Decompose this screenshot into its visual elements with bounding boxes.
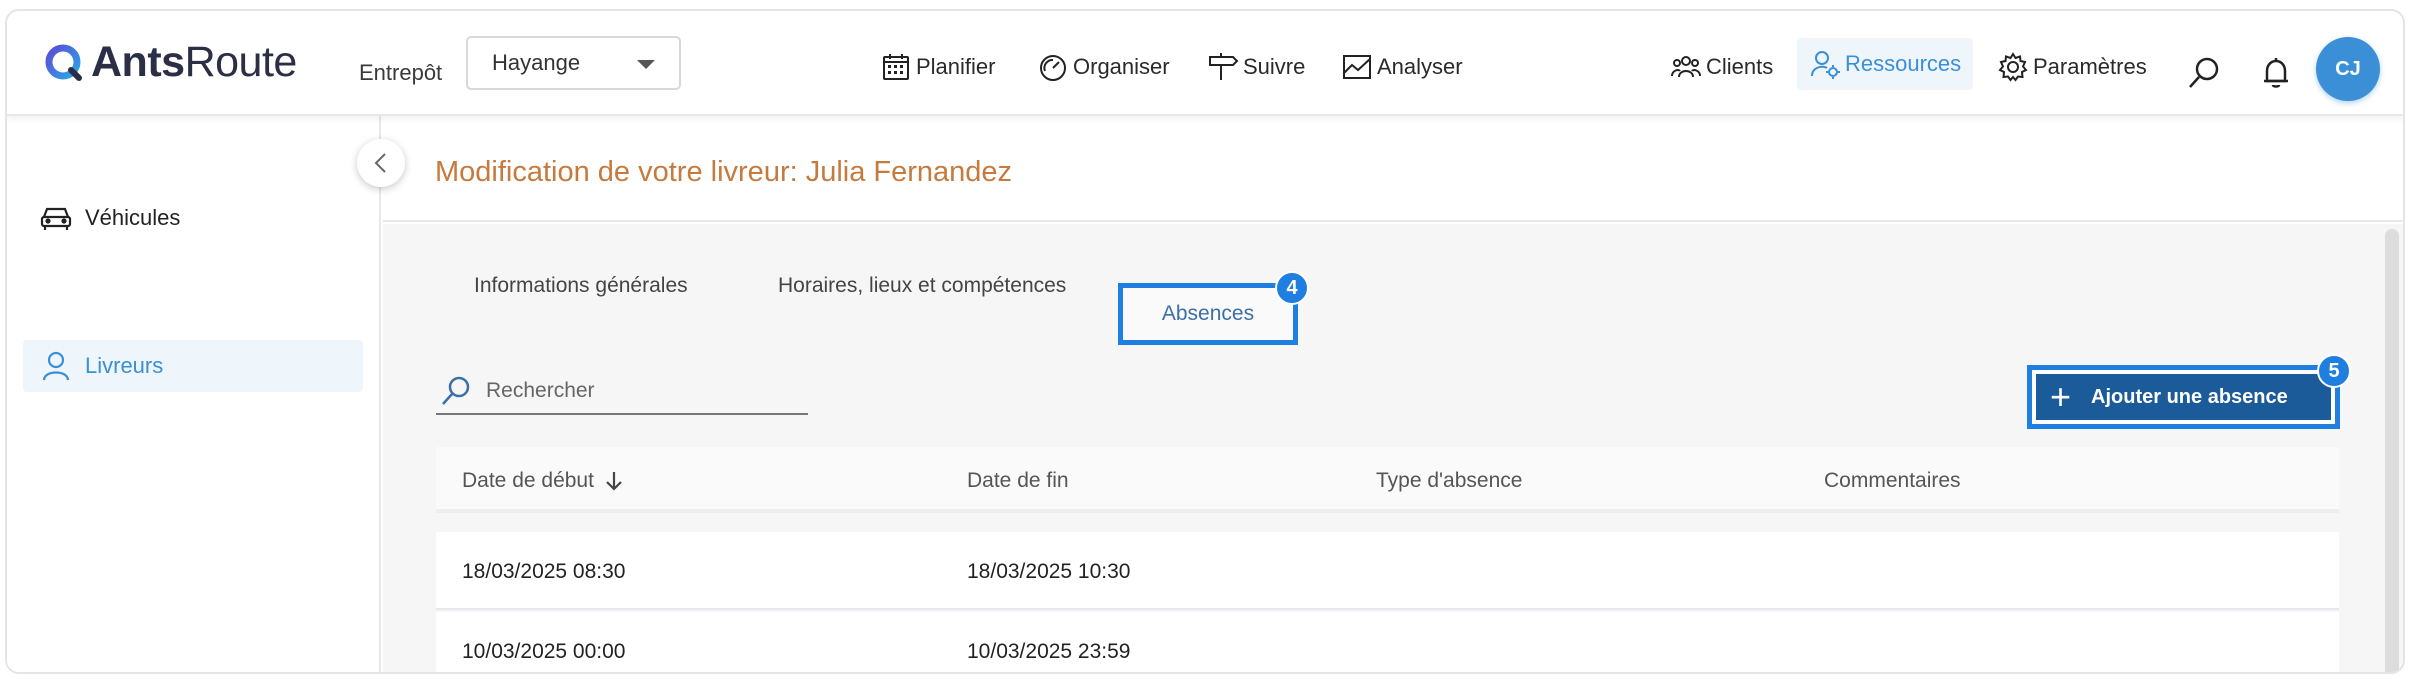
plus-icon: +	[2050, 376, 2072, 417]
tab-horaires[interactable]: Horaires, lieux et compétences	[778, 274, 1066, 298]
cell-date-fin: 10/03/2025 23:59	[967, 640, 1131, 663]
app-window: AntsRoute Entrepôt Hayange Planifier Org…	[5, 9, 2405, 674]
car-icon	[40, 207, 72, 230]
sidebar-collapse-button[interactable]	[357, 139, 405, 187]
entrepot-label: Entrepôt	[359, 60, 443, 85]
sidebar-item-label: Véhicules	[85, 205, 181, 230]
nav-suivre[interactable]: Suivre	[1207, 51, 1305, 83]
column-label: Date de début	[462, 469, 594, 492]
column-header-type[interactable]: Type d'absence	[1376, 469, 1522, 493]
nav-label: Analyser	[1377, 54, 1463, 79]
add-absence-button[interactable]: + Ajouter une absence	[2036, 374, 2331, 420]
calendar-icon	[883, 54, 909, 80]
nav-organiser[interactable]: Organiser	[1037, 51, 1170, 83]
vertical-scrollbar[interactable]	[2385, 229, 2399, 672]
entrepot-value: Hayange	[492, 50, 581, 75]
add-absence-label: Ajouter une absence	[2091, 385, 2288, 408]
step-badge-4: 4	[1275, 271, 1309, 305]
search-bar	[436, 369, 808, 415]
nav-label: Clients	[1706, 54, 1774, 79]
step-badge-5: 5	[2317, 354, 2351, 388]
bell-icon[interactable]	[2258, 55, 2294, 91]
search-input[interactable]	[486, 379, 786, 403]
logo-text: AntsRoute	[91, 38, 297, 86]
sidebar: Véhicules Livreurs	[7, 116, 381, 672]
nav-label: Paramètres	[2033, 54, 2147, 79]
nav-parametres[interactable]: Paramètres	[1997, 51, 2147, 83]
tab-informations-generales[interactable]: Informations générales	[474, 274, 688, 298]
nav-planifier[interactable]: Planifier	[880, 51, 995, 83]
user-avatar[interactable]: CJ	[2316, 37, 2380, 101]
column-header-date-fin[interactable]: Date de fin	[967, 469, 1069, 493]
chevron-left-icon	[374, 153, 386, 173]
nav-ressources[interactable]: Ressources	[1797, 38, 1974, 90]
signpost-icon	[1209, 53, 1239, 80]
search-icon	[442, 376, 470, 405]
gear-icon	[1998, 52, 2028, 82]
table-row[interactable]: 18/03/2025 08:30 18/03/2025 10:30	[436, 532, 2339, 610]
cell-date-debut: 18/03/2025 08:30	[462, 560, 626, 583]
table-row[interactable]: 10/03/2025 00:00 10/03/2025 23:59	[436, 612, 2339, 672]
column-header-commentaires[interactable]: Commentaires	[1824, 469, 1961, 493]
logo-mark-icon	[45, 44, 82, 81]
top-header: AntsRoute Entrepôt Hayange Planifier Org…	[7, 11, 2403, 116]
user-icon	[42, 351, 70, 381]
entrepot-select[interactable]: Hayange	[466, 36, 681, 90]
app-logo[interactable]: AntsRoute	[43, 39, 297, 85]
nav-label: Suivre	[1243, 54, 1306, 79]
users-icon	[1671, 56, 1701, 78]
nav-label: Organiser	[1073, 54, 1170, 79]
search-icon[interactable]	[2186, 55, 2222, 91]
gauge-icon	[1040, 55, 1066, 81]
tab-absences[interactable]: Absences	[1118, 283, 1298, 345]
nav-label: Ressources	[1845, 51, 1962, 76]
table-header: Date de début Date de fin Type d'absence…	[436, 447, 2339, 513]
user-gear-icon	[1811, 51, 1840, 79]
sort-down-icon	[606, 472, 622, 491]
sidebar-item-livreurs[interactable]: Livreurs	[23, 340, 363, 392]
column-header-date-debut[interactable]: Date de début	[462, 469, 624, 493]
page-title: Modification de votre livreur: Julia Fer…	[435, 156, 1013, 188]
sidebar-item-vehicules[interactable]: Véhicules	[23, 192, 363, 244]
chevron-down-icon	[637, 60, 655, 69]
chart-icon	[1343, 55, 1371, 79]
nav-analyser[interactable]: Analyser	[1341, 51, 1463, 83]
cell-date-fin: 18/03/2025 10:30	[967, 560, 1131, 583]
cell-date-debut: 10/03/2025 00:00	[462, 640, 626, 663]
nav-label: Planifier	[916, 54, 996, 79]
content-header: Modification de votre livreur: Julia Fer…	[383, 116, 2403, 222]
nav-clients[interactable]: Clients	[1670, 51, 1773, 83]
sidebar-item-label: Livreurs	[85, 353, 164, 378]
